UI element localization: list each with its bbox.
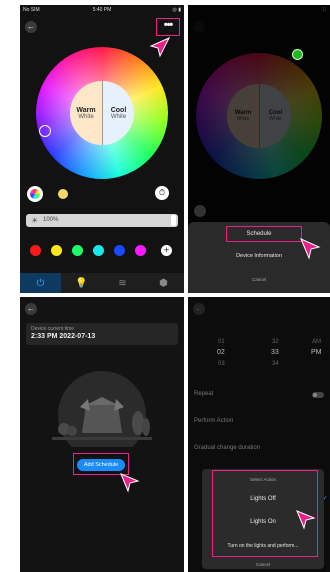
panel-select-action: ← 01 32 AM 02 33 PM 03 34 Repeat Perform…: [188, 297, 330, 572]
brightness-thumb[interactable]: [171, 215, 176, 226]
music-icon[interactable]: ≋: [102, 273, 143, 293]
pointer-arrow-icon: [296, 510, 316, 530]
picker-minute: 32: [272, 339, 279, 345]
bottom-nav: ⏻ 💡 ≋ ⬢: [20, 273, 184, 293]
repeat-toggle[interactable]: [312, 392, 324, 398]
tutorial-collage: No SIM 5:40 PM ◎ ▮ ← ••• Warm White Cool…: [0, 0, 330, 572]
color-swatch[interactable]: [72, 245, 83, 256]
perform-action-row[interactable]: Perform Action: [194, 418, 233, 424]
picker-minute-selected: 33: [271, 349, 279, 356]
status-bar: No SIM 5:40 PM ◎ ▮: [20, 5, 184, 15]
color-picker-handle[interactable]: [39, 125, 51, 137]
white-mode-button[interactable]: [58, 189, 68, 199]
device-time-value: 2:33 PM 2022-07-13: [31, 333, 96, 340]
schedule-highlight: [226, 226, 302, 242]
panel-schedule-empty: ← Device current time 2:33 PM 2022-07-13…: [20, 297, 184, 572]
color-swatch[interactable]: [93, 245, 104, 256]
device-time-caption: Device current time: [31, 326, 75, 332]
warm-label: Warm: [76, 106, 96, 114]
picker-hour: 03: [218, 361, 225, 367]
color-swatch[interactable]: [135, 245, 146, 256]
picker-ampm-selected: PM: [311, 349, 322, 356]
back-arrow-icon[interactable]: ←: [25, 21, 37, 33]
pointer-arrow-icon: [120, 473, 140, 493]
picker-minute: 34: [272, 361, 279, 367]
more-options-button[interactable]: •••: [156, 18, 180, 36]
white-temperature-selector: Warm White Cool White: [70, 81, 134, 145]
brightness-slider[interactable]: ☀ 100%: [26, 214, 178, 227]
color-picker-handle: [292, 49, 303, 60]
sun-icon: ☀: [31, 216, 39, 225]
warm-sub-label: White: [78, 113, 94, 120]
cool-label: Cool: [110, 106, 127, 114]
rgb-icon: [30, 189, 40, 199]
add-schedule-button[interactable]: Add Schedule: [77, 459, 125, 471]
picker-hour: 01: [218, 339, 225, 345]
scene-icon[interactable]: ⬢: [143, 273, 184, 293]
power-icon[interactable]: ⏻: [20, 273, 61, 293]
color-swatch[interactable]: [114, 245, 125, 256]
pointer-arrow-icon: [300, 238, 321, 260]
timer-icon[interactable]: ⏱: [155, 186, 169, 200]
device-time-card: Device current time 2:33 PM 2022-07-13: [26, 323, 178, 345]
add-color-icon[interactable]: +: [161, 245, 172, 256]
cancel-button[interactable]: Cancel: [202, 562, 324, 567]
color-swatch[interactable]: [30, 245, 41, 256]
panel-color-control: No SIM 5:40 PM ◎ ▮ ← ••• Warm White Cool…: [20, 5, 184, 293]
picker-hour-selected: 02: [217, 349, 225, 356]
back-arrow-icon[interactable]: ←: [25, 303, 37, 315]
pointer-arrow-icon: [149, 37, 170, 58]
color-swatch[interactable]: [51, 245, 62, 256]
color-mode-button: [194, 205, 206, 217]
status-time: 5:40 PM: [92, 7, 112, 13]
cool-sub-label: White: [110, 113, 127, 120]
picker-ampm: AM: [312, 339, 321, 345]
cancel-button[interactable]: Cancel: [188, 277, 330, 282]
panel-options-sheet: 11 ← Warm White Cool White Schedule Devi…: [188, 5, 330, 293]
brightness-value: 100%: [43, 217, 59, 223]
repeat-row[interactable]: Repeat: [194, 391, 213, 397]
status-icons: ◎ ▮: [172, 7, 181, 13]
empty-schedule-illustration: [52, 371, 152, 447]
back-arrow-icon[interactable]: ←: [193, 303, 205, 315]
bulb-icon[interactable]: 💡: [61, 273, 102, 293]
gradual-duration-row[interactable]: Gradual change duration: [194, 445, 260, 451]
color-mode-button[interactable]: [27, 186, 43, 202]
